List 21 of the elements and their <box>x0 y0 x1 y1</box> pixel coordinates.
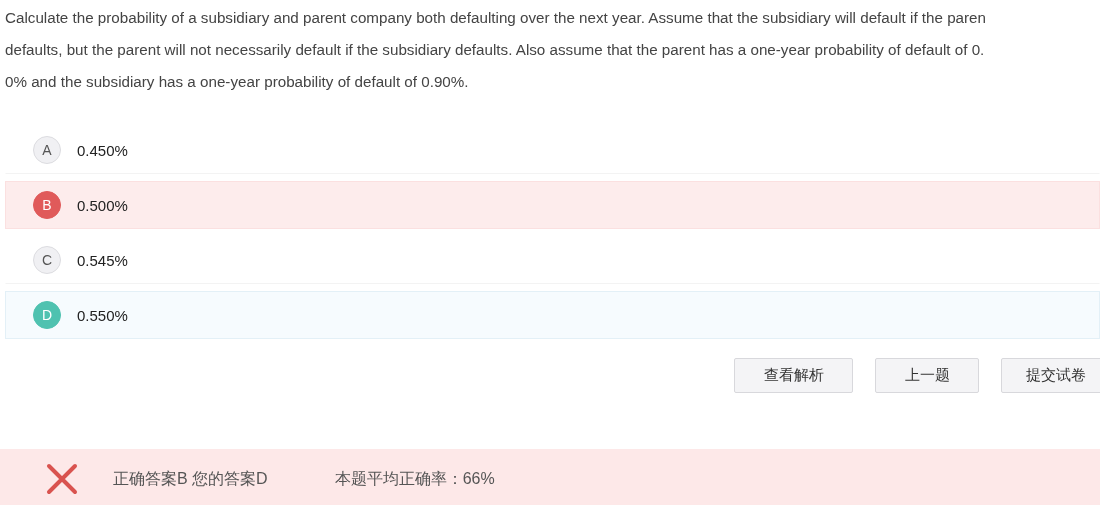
answer-summary: 正确答案B 您的答案D <box>113 468 268 489</box>
option-text: 0.500% <box>77 196 128 214</box>
option-letter: C <box>33 246 61 274</box>
option-text: 0.550% <box>77 306 128 324</box>
question-text: 0% and the subsidiary has a one-year probability of default of 0.90%. <box>4 72 470 92</box>
option-text: 0.545% <box>77 251 128 269</box>
answer-option[interactable]: D 0.550% <box>5 291 1100 339</box>
option-letter: D <box>33 301 61 329</box>
action-button[interactable]: 提交试卷 <box>1001 358 1100 393</box>
action-button[interactable]: 查看解析 <box>734 358 853 393</box>
cross-icon <box>46 463 78 495</box>
question-text: Calculate the probability of a subsidiary and parent company both defaulting over the next year. Assume that the subsidiary will default if the paren <box>4 8 988 28</box>
answer-option[interactable]: A 0.450% <box>5 126 1100 174</box>
option-letter: A <box>33 136 61 164</box>
question-text: defaults, but the parent will not necessarily default if the subsidiary defaults. Also assume that the parent has a one-year probability of default of 0. <box>4 40 986 60</box>
action-button[interactable]: 上一题 <box>875 358 979 393</box>
average-accuracy: 本题平均正确率：66% <box>334 468 495 489</box>
option-letter: B <box>33 191 61 219</box>
option-text: 0.450% <box>77 141 128 159</box>
answer-option[interactable]: B 0.500% <box>5 181 1100 229</box>
answer-option[interactable]: C 0.545% <box>5 236 1100 284</box>
